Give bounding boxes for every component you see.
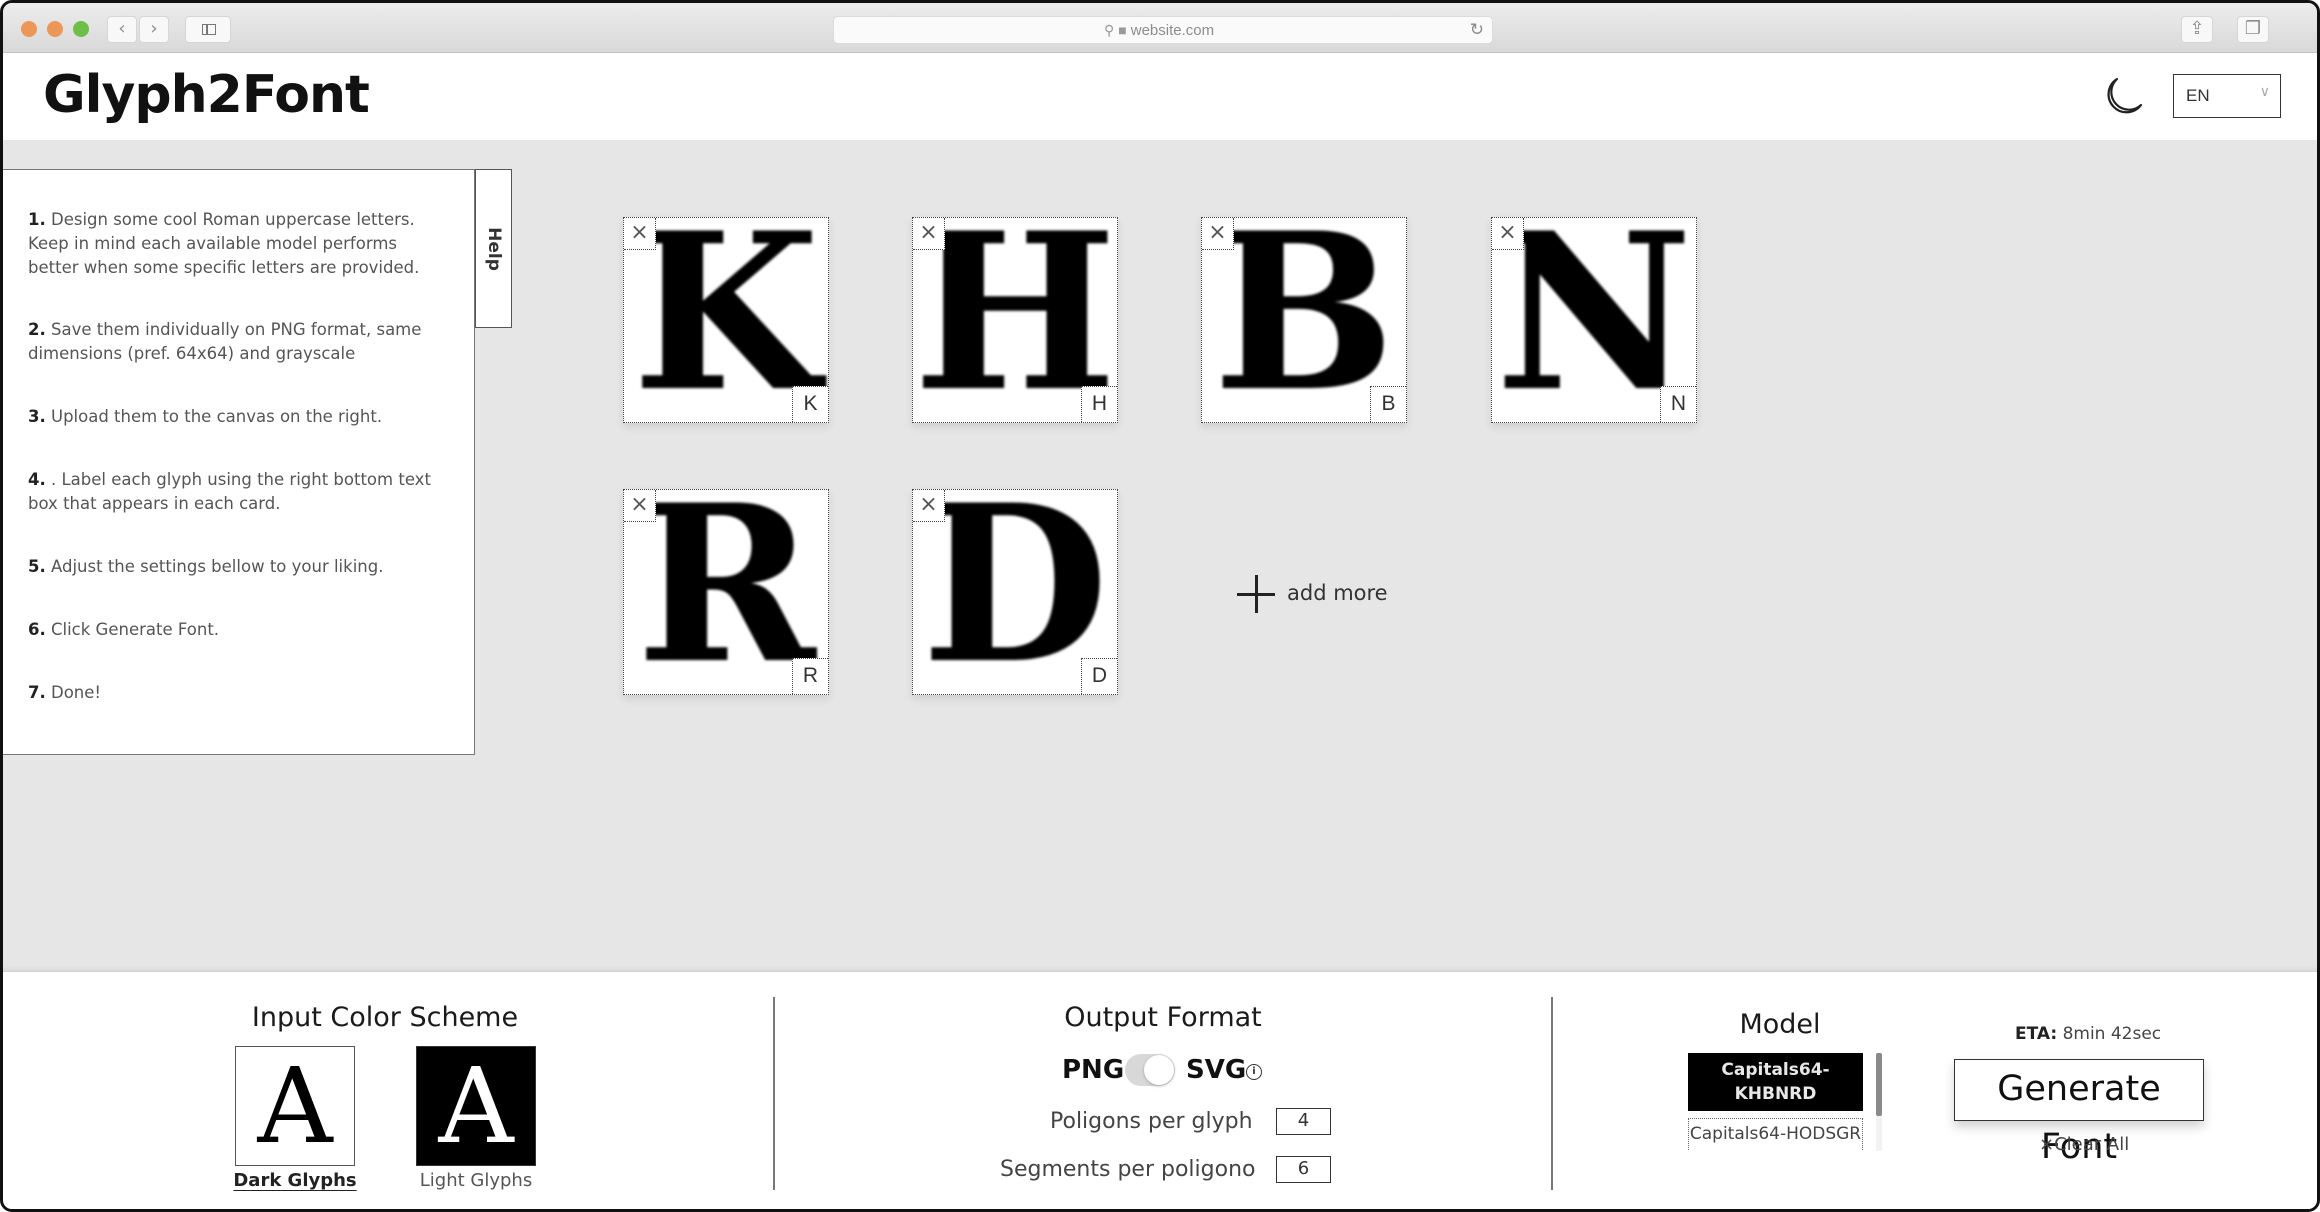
plus-icon [1237,575,1275,613]
remove-glyph-button[interactable]: × [913,218,945,250]
close-icon: × [630,220,649,245]
window-close-button[interactable] [21,21,37,37]
settings-panel: Input Color Scheme A A Dark Glyphs Light… [3,971,2317,1209]
glyph-card: N × N [1491,204,1697,423]
segments-per-polygon-input[interactable]: 6 [1276,1156,1331,1183]
glyph-label-input[interactable]: N [1660,386,1696,422]
model-list-scrollbar[interactable] [1876,1053,1882,1151]
format-toggle[interactable] [1125,1054,1175,1086]
moon-icon[interactable] [2101,75,2145,119]
address-bar[interactable]: ⚲ ■ website.com ↻ [833,16,1493,44]
dark-glyph-sample: A [257,1045,333,1167]
window-minimize-button[interactable] [47,21,63,37]
lock-icon: ■ [1118,22,1127,38]
sidebar-toggle-button[interactable] [185,16,231,43]
browser-toolbar: ‹ › ⚲ ■ website.com ↻ ⇪ ❐ [3,3,2317,53]
glyph-label-input[interactable]: B [1370,386,1406,422]
eta-text: ETA: 8min 42sec [2015,1024,2162,1044]
light-glyphs-option[interactable]: A [416,1046,536,1166]
glyph-card: D × D [912,476,1118,695]
add-more-label: add more [1287,581,1388,605]
share-button[interactable]: ⇪ [2181,16,2213,43]
segments-per-polygon-label: Segments per poligono [1000,1157,1256,1182]
help-tab[interactable]: Help [475,169,512,328]
model-list: Capitals64- KHBNRD Capitals64-HODSGR [1688,1053,1863,1151]
share-icon: ⇪ [2189,18,2205,39]
tabs-icon: ❐ [2244,18,2262,39]
chevron-down-icon: ∨ [2259,84,2270,100]
remove-glyph-button[interactable]: × [913,490,945,522]
browser-window: ‹ › ⚲ ■ website.com ↻ ⇪ ❐ Glyph2Font EN ∨ … [0,0,2320,1212]
svg-label: SVG [1186,1055,1247,1085]
scrollbar-thumb[interactable] [1876,1053,1882,1116]
model-option[interactable]: Capitals64-HODSGR [1688,1118,1863,1151]
info-icon[interactable]: i [1246,1064,1262,1080]
help-panel: 1. Design some cool Roman uppercase lett… [3,169,475,755]
help-step: 6. Click Generate Font. [28,620,220,639]
model-title: Model [1739,1009,1821,1040]
tabs-button[interactable]: ❐ [2237,16,2269,43]
section-divider [1551,997,1553,1190]
clear-all-button[interactable]: ×Clear All [2039,1134,2129,1155]
help-step: 1. Design some cool Roman uppercase lett… [28,210,420,277]
forward-button[interactable]: › [139,16,169,43]
remove-glyph-button[interactable]: × [624,490,656,522]
glyph-label-input[interactable]: H [1081,386,1117,422]
glyph-canvas-area: 1. Design some cool Roman uppercase lett… [3,140,2317,971]
help-step: 3. Upload them to the canvas on the righ… [28,407,383,426]
language-value: EN [2186,86,2210,105]
close-icon: × [1498,220,1517,245]
section-divider [773,997,775,1190]
glyph-card: K × K [623,204,829,423]
help-step: 4. . Label each glyph using the right bo… [28,470,431,513]
help-step: 5. Adjust the settings bellow to your li… [28,557,384,576]
polygons-per-glyph-label: Poligons per glyph [1050,1109,1253,1134]
help-step: 2. Save them individually on PNG format,… [28,320,422,363]
remove-glyph-button[interactable]: × [1492,218,1524,250]
glyph-label-input[interactable]: D [1081,658,1117,694]
close-icon: × [630,492,649,517]
glyph-card: B × B [1201,204,1407,423]
color-scheme-title: Input Color Scheme [251,1002,519,1033]
help-step: 7. Done! [28,683,102,702]
sidebar-icon [202,24,216,35]
search-icon: ⚲ [1104,22,1115,38]
close-icon: × [919,220,938,245]
model-option-selected[interactable]: Capitals64- KHBNRD [1688,1053,1863,1111]
glyph-label-input[interactable]: K [792,386,828,422]
dark-glyphs-option[interactable]: A [235,1046,355,1166]
close-icon: × [1208,220,1227,245]
glyph-label-input[interactable]: R [792,658,828,694]
light-glyph-sample: A [438,1045,514,1167]
chevron-right-icon: › [150,18,158,39]
glyph-card: H × H [912,204,1118,423]
window-maximize-button[interactable] [73,21,89,37]
close-icon: × [919,492,938,517]
chevron-left-icon: ‹ [118,18,126,39]
dark-glyphs-label[interactable]: Dark Glyphs [233,1170,356,1191]
app-header: Glyph2Font EN ∨ [3,53,2317,140]
png-label: PNG [1062,1055,1125,1085]
remove-glyph-button[interactable]: × [1202,218,1234,250]
generate-font-button[interactable]: Generate Font [1954,1059,2204,1167]
glyph-card: R × R [623,476,829,695]
back-button[interactable]: ‹ [107,16,137,43]
toggle-knob [1144,1055,1174,1085]
close-icon: × [2039,1134,2055,1155]
url-text: website.com [1130,22,1215,39]
remove-glyph-button[interactable]: × [624,218,656,250]
light-glyphs-label[interactable]: Light Glyphs [420,1170,532,1191]
output-format-title: Output Format [1064,1002,1262,1033]
app-title: Glyph2Font [43,65,370,125]
language-select[interactable]: EN ∨ [2173,74,2281,118]
reload-icon[interactable]: ↻ [1470,20,1484,40]
polygons-per-glyph-input[interactable]: 4 [1276,1108,1331,1135]
